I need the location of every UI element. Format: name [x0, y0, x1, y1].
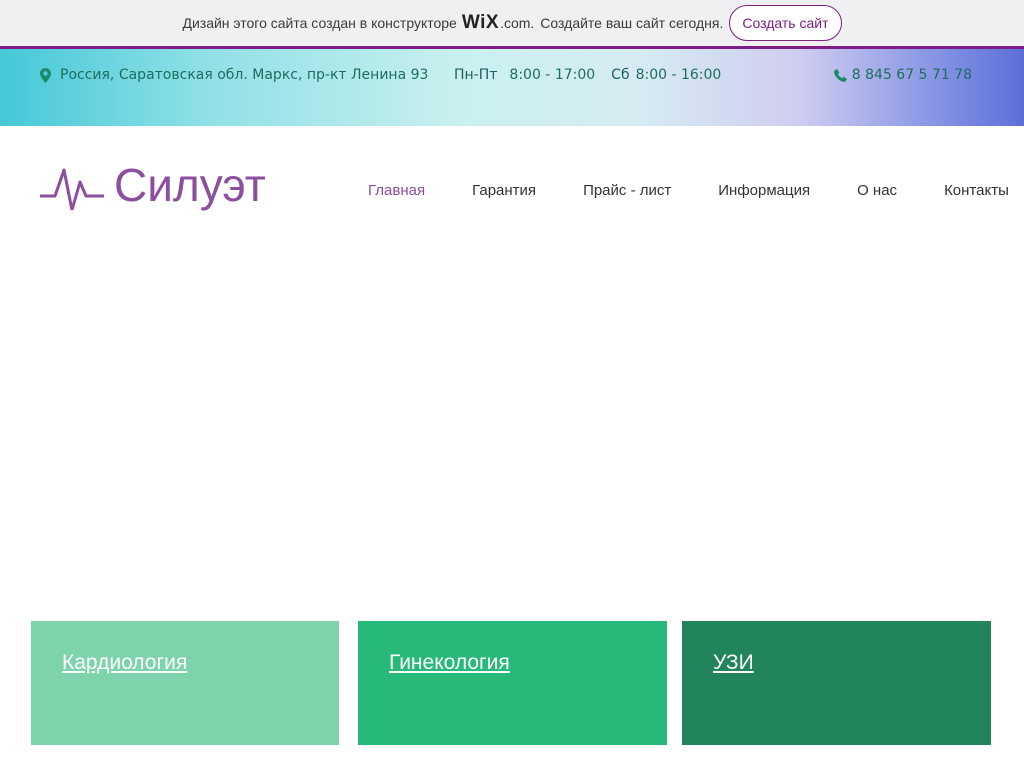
service-tile-cardiology[interactable]: Кардиология [31, 621, 339, 745]
logo-text: Силуэт [114, 159, 266, 211]
contact-strip: Россия, Саратовская обл. Маркс, пр-кт Ле… [0, 49, 1024, 126]
nav-item-contacts[interactable]: Контакты [944, 182, 1009, 199]
nav-item-guarantee[interactable]: Гарантия [472, 182, 536, 199]
banner-text-group: Дизайн этого сайта создан в конструкторе… [182, 12, 723, 34]
phone-icon [833, 68, 847, 82]
banner-text: Дизайн этого сайта создан в конструкторе [182, 15, 457, 31]
service-link-cardiology[interactable]: Кардиология [62, 651, 187, 674]
weekday-label: Пн-Пт [454, 67, 498, 83]
service-tile-gynecology[interactable]: Гинекология [358, 621, 667, 745]
wix-logo[interactable]: WiX [462, 12, 499, 34]
wix-banner: Дизайн этого сайта создан в конструкторе… [0, 0, 1024, 46]
weekday-hours: 8:00 - 17:00 [509, 67, 596, 83]
site-logo[interactable]: Силуэт [40, 160, 266, 210]
service-tile-ultrasound[interactable]: УЗИ [682, 621, 991, 745]
address-text: Россия, Саратовская обл. Маркс, пр-кт Ле… [60, 67, 429, 83]
main-nav: Главная Гарантия Прайс - лист Информация… [368, 182, 1009, 199]
service-link-gynecology[interactable]: Гинекология [389, 651, 510, 674]
map-pin-icon [40, 67, 51, 83]
nav-item-home[interactable]: Главная [368, 182, 425, 199]
phone-text[interactable]: 8 845 67 5 71 78 [852, 67, 972, 83]
nav-item-about[interactable]: О нас [857, 182, 897, 199]
working-hours: Пн-Пт 8:00 - 17:00 Сб 8:00 - 16:00 [454, 67, 721, 83]
address: Россия, Саратовская обл. Маркс, пр-кт Ле… [40, 67, 428, 83]
banner-cta-text: Создайте ваш сайт сегодня. [540, 15, 724, 31]
saturday-hours: 8:00 - 16:00 [635, 67, 722, 83]
heartbeat-icon [40, 168, 104, 210]
create-site-button[interactable]: Создать сайт [729, 5, 842, 41]
saturday-label: Сб [611, 67, 630, 83]
nav-item-information[interactable]: Информация [718, 182, 810, 199]
wix-domain: .com. [500, 15, 535, 31]
phone-number[interactable]: 8 845 67 5 71 78 [833, 67, 972, 83]
nav-item-price-list[interactable]: Прайс - лист [583, 182, 671, 199]
service-link-ultrasound[interactable]: УЗИ [713, 651, 754, 674]
